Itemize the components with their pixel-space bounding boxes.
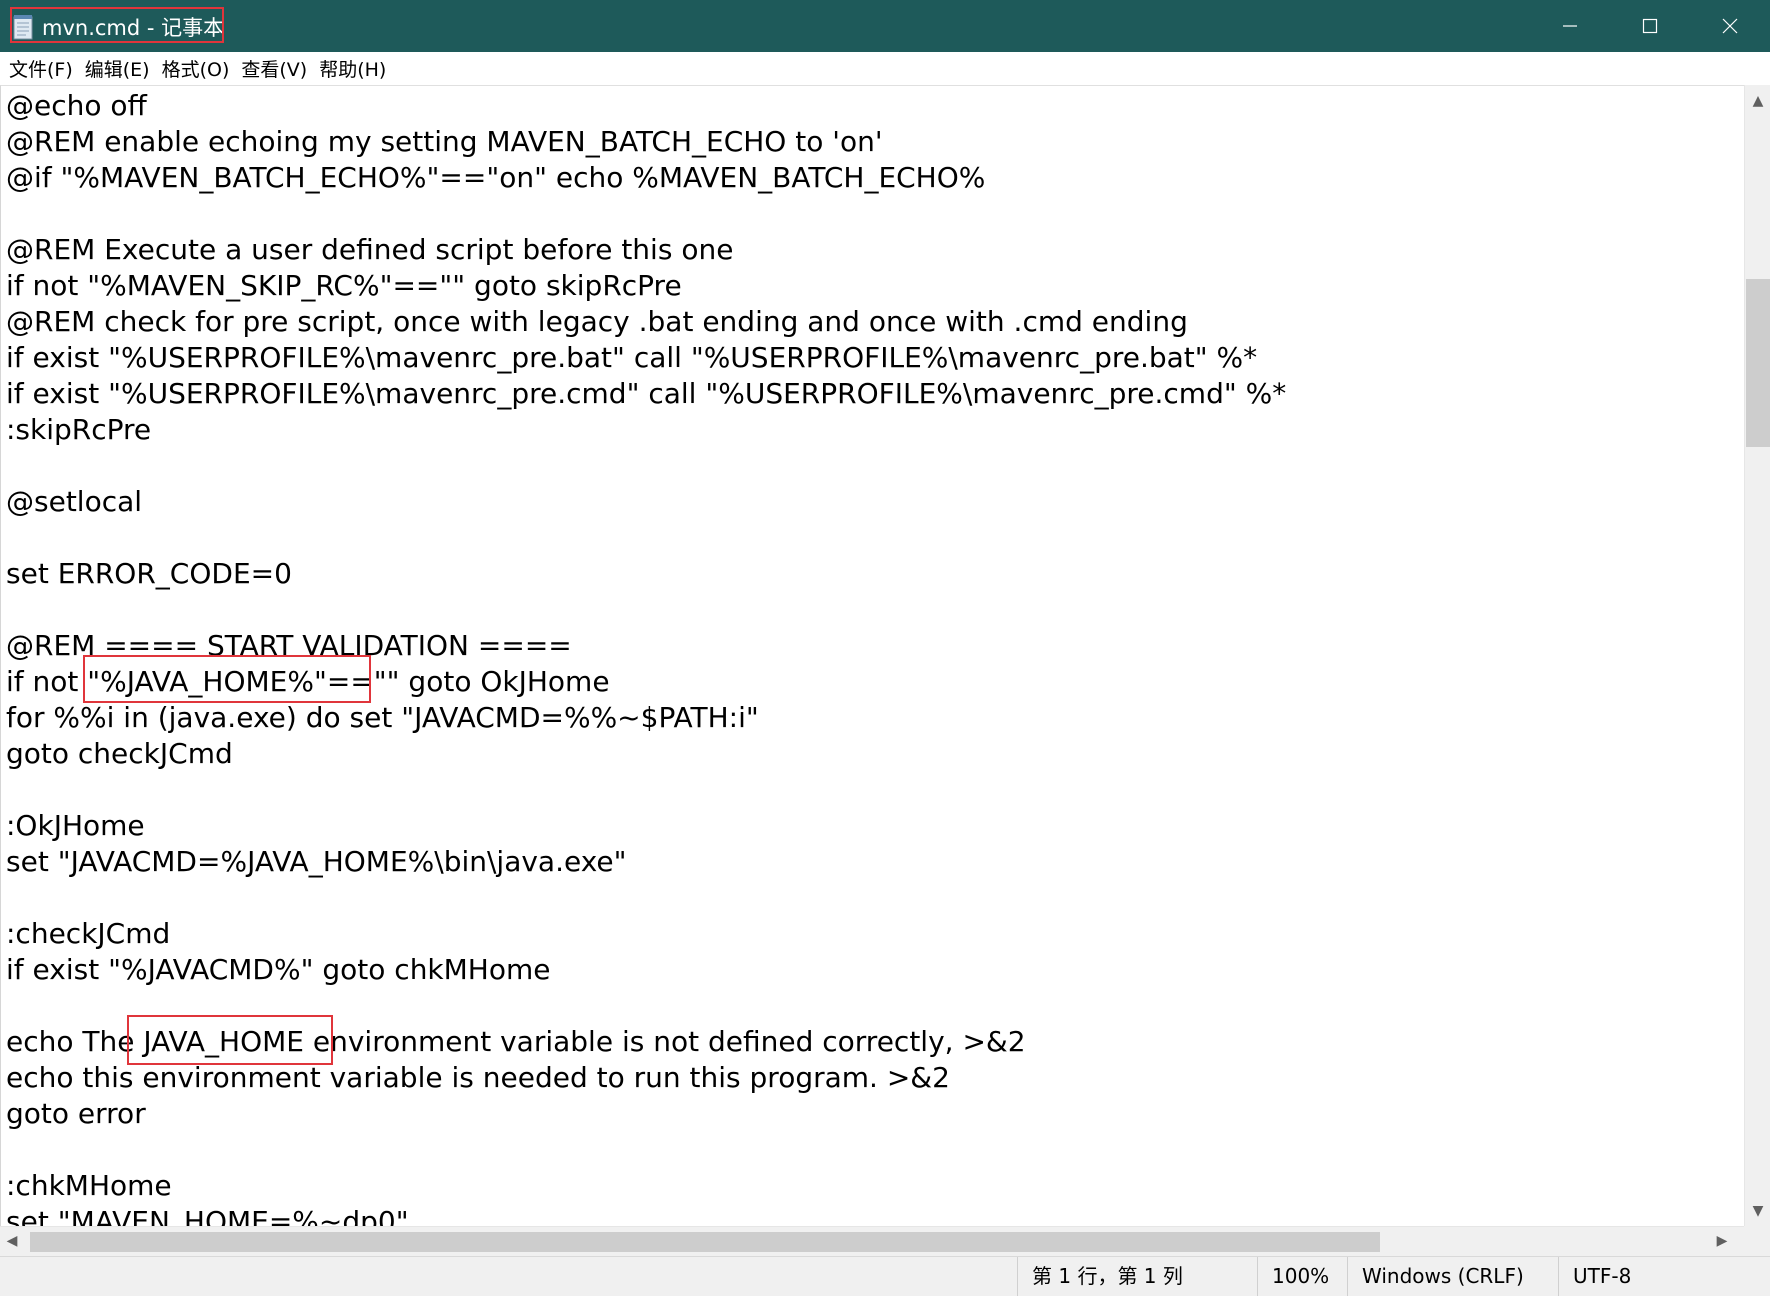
menu-help[interactable]: 帮助(H) [319, 55, 386, 82]
code-line: echo this environment variable is needed… [6, 1061, 950, 1094]
horizontal-scroll-thumb[interactable] [30, 1232, 1380, 1252]
status-encoding: UTF-8 [1558, 1257, 1770, 1296]
menu-bar: 文件(F) 编辑(E) 格式(O) 查看(V) 帮助(H) [0, 52, 1770, 85]
code-line: @REM check for pre script, once with leg… [6, 305, 1188, 338]
close-icon [1722, 18, 1738, 34]
text-editor-area[interactable]: set "MAVEN_HOME=%~dp0" :chkMHome goto erro… [0, 85, 1745, 1227]
code-line: if exist "%JAVACMD%" goto chkMHome [6, 953, 551, 986]
code-line: @echo off [6, 89, 147, 122]
java-home-condition-highlight [83, 655, 371, 703]
scroll-left-icon[interactable]: ◀ [2, 1233, 22, 1249]
code-line: goto error [6, 1097, 146, 1130]
code-line: goto checkJCmd [6, 737, 233, 770]
code-line: :OkJHome [6, 809, 145, 842]
code-line: :chkMHome [6, 1169, 172, 1202]
menu-edit[interactable]: 编辑(E) [85, 55, 150, 82]
close-button[interactable] [1690, 0, 1770, 52]
scrollbar-corner [1744, 1226, 1770, 1256]
title-highlight-box [10, 7, 224, 43]
horizontal-scrollbar[interactable]: ◀ ▶ [0, 1226, 1744, 1257]
menu-file[interactable]: 文件(F) [9, 55, 73, 82]
code-line: set ERROR_CODE=0 [6, 557, 292, 590]
menu-format[interactable]: 格式(O) [162, 55, 230, 82]
code-line: :skipRcPre [6, 413, 152, 446]
code-line: set "MAVEN_HOME=%~dp0" [6, 1205, 409, 1227]
code-line: @setlocal [6, 485, 143, 518]
status-line-ending: Windows (CRLF) [1347, 1257, 1557, 1296]
code-line: for %%i in (java.exe) do set "JAVACMD=%%… [6, 701, 759, 734]
code-line: if exist "%USERPROFILE%\mavenrc_pre.bat"… [6, 341, 1258, 374]
java-home-echo-highlight [127, 1015, 333, 1065]
vertical-scrollbar[interactable]: ▲ ▼ [1744, 85, 1770, 1226]
scroll-right-icon[interactable]: ▶ [1712, 1233, 1732, 1249]
code-line: set "JAVACMD=%JAVA_HOME%\bin\java.exe" [6, 845, 627, 878]
code-line: @REM enable echoing my setting MAVEN_BAT… [6, 125, 883, 158]
code-line: :checkJCmd [6, 917, 171, 950]
status-zoom: 100% [1257, 1257, 1337, 1296]
code-line: @if "%MAVEN_BATCH_ECHO%"=="on" echo %MAV… [6, 161, 986, 194]
scroll-up-icon[interactable]: ▲ [1745, 93, 1770, 109]
vertical-scroll-thumb[interactable] [1746, 279, 1770, 447]
code-line: @REM Execute a user defined script befor… [6, 233, 734, 266]
menu-view[interactable]: 查看(V) [241, 55, 307, 82]
status-cursor-position: 第 1 行，第 1 列 [1017, 1257, 1247, 1296]
code-line: if exist "%USERPROFILE%\mavenrc_pre.cmd"… [6, 377, 1287, 410]
minimize-button[interactable] [1530, 0, 1610, 52]
title-bar[interactable]: mvn.cmd - 记事本 [0, 0, 1770, 52]
status-bar: 第 1 行，第 1 列 100% Windows (CRLF) UTF-8 [0, 1256, 1770, 1296]
maximize-button[interactable] [1610, 0, 1690, 52]
maximize-icon [1642, 18, 1658, 34]
minimize-icon [1563, 25, 1577, 27]
scroll-down-icon[interactable]: ▼ [1745, 1203, 1770, 1219]
code-line: if not "%MAVEN_SKIP_RC%"=="" goto skipRc… [6, 269, 682, 302]
